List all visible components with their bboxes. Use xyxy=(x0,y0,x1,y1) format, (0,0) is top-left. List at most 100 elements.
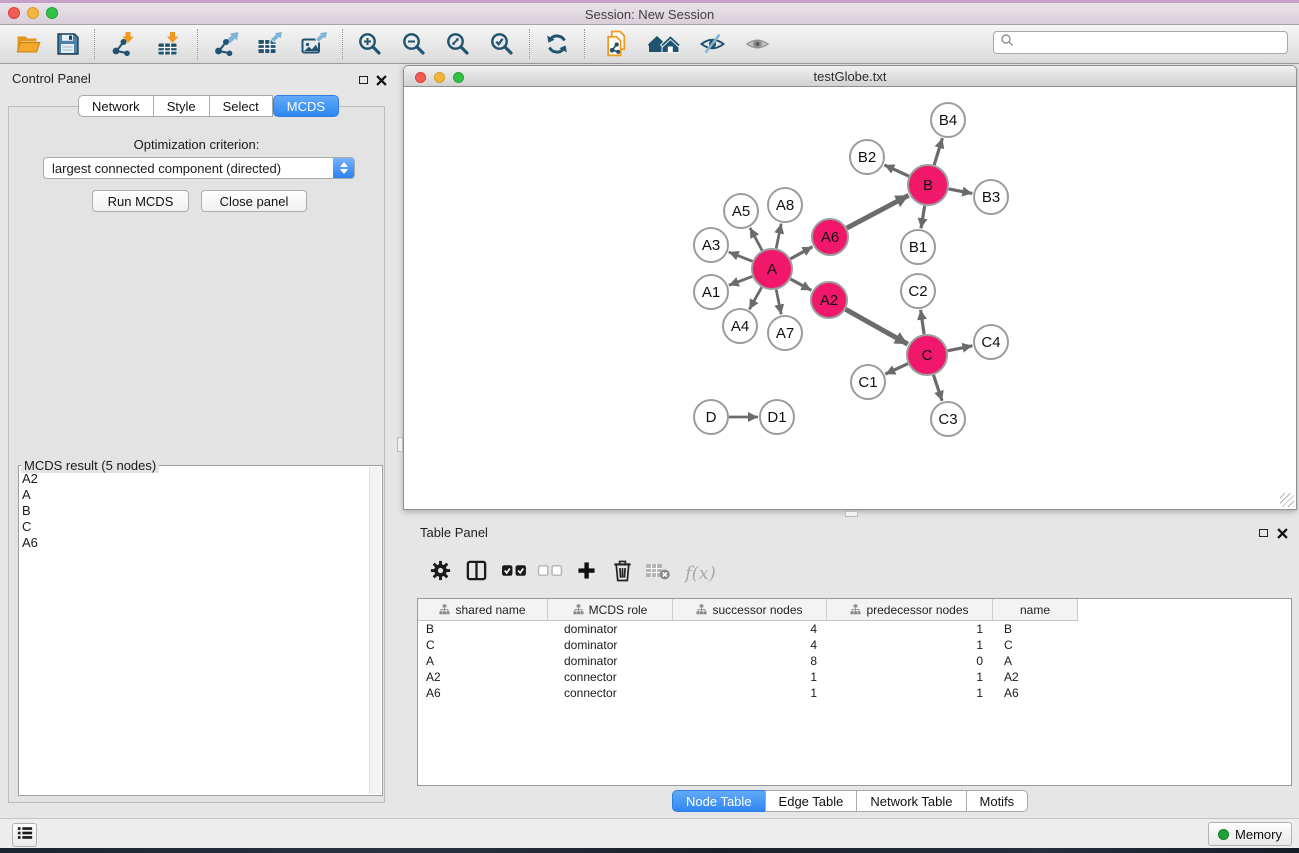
edge-A-A4[interactable] xyxy=(749,287,761,309)
node-C2[interactable]: C2 xyxy=(901,274,935,308)
column-header-mcds-role[interactable]: MCDS role xyxy=(548,599,673,621)
tab-motifs[interactable]: Motifs xyxy=(966,790,1029,812)
clone-network-button[interactable] xyxy=(599,28,635,60)
node-B2[interactable]: B2 xyxy=(850,140,884,174)
result-item[interactable]: A xyxy=(22,487,38,503)
export-network-button[interactable] xyxy=(208,28,244,60)
edge-C-C4[interactable] xyxy=(948,346,973,351)
node-A1[interactable]: A1 xyxy=(694,275,728,309)
show-all-button[interactable] xyxy=(739,28,775,60)
export-table-button[interactable] xyxy=(252,28,288,60)
zoom-out-button[interactable] xyxy=(397,28,431,60)
import-table-button[interactable] xyxy=(151,28,187,60)
panel-divider-handle[interactable] xyxy=(845,511,858,517)
control-panel-float-button[interactable] xyxy=(357,74,369,86)
edge-A2-C[interactable] xyxy=(846,309,908,344)
node-A7[interactable]: A7 xyxy=(768,316,802,350)
node-D[interactable]: D xyxy=(694,400,728,434)
result-item[interactable]: A6 xyxy=(22,535,38,551)
network-minimize-button[interactable] xyxy=(434,72,445,83)
column-header-successor-nodes[interactable]: successor nodes xyxy=(673,599,827,621)
node-C1[interactable]: C1 xyxy=(851,365,885,399)
edge-A-A3[interactable] xyxy=(729,252,753,261)
edge-B-B3[interactable] xyxy=(949,189,973,194)
edge-A-A7[interactable] xyxy=(776,290,781,315)
open-session-button[interactable] xyxy=(12,28,44,60)
edge-A-A6[interactable] xyxy=(790,247,812,259)
node-A2[interactable]: A2 xyxy=(811,282,847,318)
node-A6[interactable]: A6 xyxy=(812,219,848,255)
import-network-button[interactable] xyxy=(105,28,141,60)
table-row[interactable]: Bdominator41B xyxy=(418,621,1291,637)
edge-A-A2[interactable] xyxy=(790,279,811,290)
node-A3[interactable]: A3 xyxy=(694,228,728,262)
edge-B-B2[interactable] xyxy=(884,165,909,176)
tab-select[interactable]: Select xyxy=(209,95,273,117)
node-B1[interactable]: B1 xyxy=(901,230,935,264)
node-B[interactable]: B xyxy=(908,165,948,205)
node-A5[interactable]: A5 xyxy=(724,194,758,228)
network-canvas[interactable]: AA1A2A3A4A5A6A7A8BB1B2B3B4CC1C2C3C4DD1 xyxy=(403,87,1297,510)
column-header-predecessor-nodes[interactable]: predecessor nodes xyxy=(827,599,993,621)
show-columns-button[interactable] xyxy=(461,558,491,588)
tab-style[interactable]: Style xyxy=(153,95,210,117)
task-history-button[interactable] xyxy=(12,823,37,847)
export-image-button[interactable] xyxy=(296,28,332,60)
result-item[interactable]: A2 xyxy=(22,471,38,487)
zoom-selected-button[interactable] xyxy=(485,28,519,60)
table-row[interactable]: A2connector11A2 xyxy=(418,669,1291,685)
node-A[interactable]: A xyxy=(752,249,792,289)
edge-A-A8[interactable] xyxy=(776,224,781,249)
control-panel-close-button[interactable] xyxy=(375,74,387,86)
result-scrollbar[interactable] xyxy=(369,467,381,794)
search-input[interactable] xyxy=(1018,36,1281,50)
window-resize-grip[interactable] xyxy=(1280,493,1294,507)
edge-A-A5[interactable] xyxy=(750,228,762,251)
zoom-fit-button[interactable] xyxy=(441,28,475,60)
result-item[interactable]: B xyxy=(22,503,38,519)
deselect-all-button[interactable] xyxy=(535,558,565,588)
edge-B-B1[interactable] xyxy=(921,206,925,229)
table-panel-close-button[interactable] xyxy=(1276,527,1288,539)
column-header-name[interactable]: name xyxy=(993,599,1078,621)
edge-A-A1[interactable] xyxy=(729,276,753,285)
edge-C-C1[interactable] xyxy=(885,364,908,374)
memory-button[interactable]: Memory xyxy=(1208,822,1292,846)
edge-C-C3[interactable] xyxy=(934,375,943,401)
node-A4[interactable]: A4 xyxy=(723,309,757,343)
edge-A6-B[interactable] xyxy=(847,195,909,228)
tab-network[interactable]: Network xyxy=(78,95,154,117)
save-session-button[interactable] xyxy=(52,28,84,60)
close-panel-button[interactable]: Close panel xyxy=(201,190,307,212)
table-row[interactable]: Adominator80A xyxy=(418,653,1291,669)
select-all-button[interactable] xyxy=(499,558,529,588)
run-mcds-button[interactable]: Run MCDS xyxy=(92,190,189,212)
edge-C-C2[interactable] xyxy=(921,310,925,334)
zoom-in-button[interactable] xyxy=(353,28,387,60)
edge-B-B4[interactable] xyxy=(934,138,942,165)
refresh-button[interactable] xyxy=(540,28,574,60)
network-close-button[interactable] xyxy=(415,72,426,83)
node-B4[interactable]: B4 xyxy=(931,103,965,137)
search-box[interactable] xyxy=(993,31,1288,54)
tab-mcds[interactable]: MCDS xyxy=(273,95,339,117)
node-C[interactable]: C xyxy=(907,335,947,375)
network-zoom-button[interactable] xyxy=(453,72,464,83)
table-row[interactable]: A6connector11A6 xyxy=(418,685,1291,701)
tab-network-table[interactable]: Network Table xyxy=(856,790,966,812)
node-D1[interactable]: D1 xyxy=(760,400,794,434)
tab-node-table[interactable]: Node Table xyxy=(672,790,766,812)
tab-edge-table[interactable]: Edge Table xyxy=(765,790,858,812)
column-header-shared-name[interactable]: shared name xyxy=(418,599,548,621)
delete-column-button[interactable] xyxy=(607,558,637,588)
network-graph[interactable]: AA1A2A3A4A5A6A7A8BB1B2B3B4CC1C2C3C4DD1 xyxy=(404,87,1296,508)
panel-divider-handle[interactable] xyxy=(397,437,403,452)
node-A8[interactable]: A8 xyxy=(768,188,802,222)
table-row[interactable]: Cdominator41C xyxy=(418,637,1291,653)
node-B3[interactable]: B3 xyxy=(974,180,1008,214)
node-C3[interactable]: C3 xyxy=(931,402,965,436)
create-column-button[interactable] xyxy=(571,558,601,588)
table-settings-button[interactable] xyxy=(425,558,455,588)
hide-selected-button[interactable] xyxy=(693,28,731,60)
network-window-titlebar[interactable]: testGlobe.txt xyxy=(403,65,1297,87)
